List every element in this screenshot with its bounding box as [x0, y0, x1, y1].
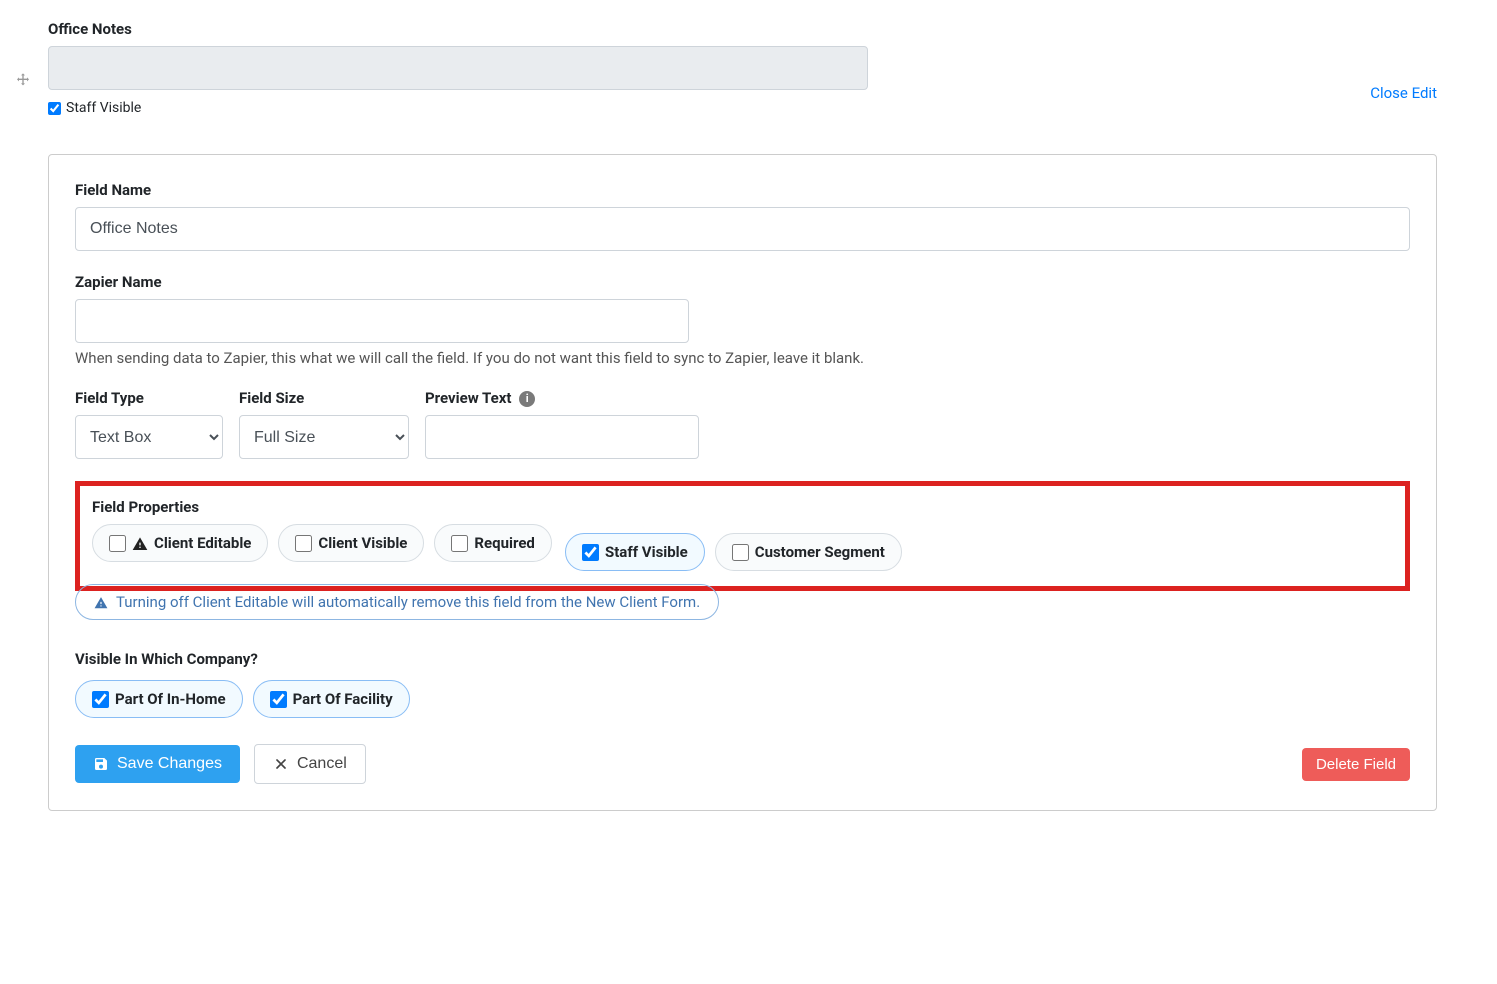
- edit-panel: Field Name Zapier Name When sending data…: [48, 154, 1437, 811]
- warning-icon: [132, 534, 148, 552]
- client-editable-notice: Turning off Client Editable will automat…: [75, 584, 719, 620]
- info-icon[interactable]: i: [519, 391, 535, 407]
- company-label: Visible In Which Company?: [75, 650, 1410, 668]
- cancel-button[interactable]: Cancel: [254, 744, 366, 784]
- client-editable-pill[interactable]: Client Editable: [92, 524, 268, 562]
- warning-icon: [94, 593, 108, 611]
- field-type-label: Field Type: [75, 389, 223, 407]
- preview-text-input[interactable]: [425, 415, 699, 459]
- customer-segment-pill[interactable]: Customer Segment: [715, 533, 902, 571]
- zapier-name-input[interactable]: [75, 299, 689, 343]
- field-size-label: Field Size: [239, 389, 409, 407]
- office-notes-disabled-input: [48, 46, 868, 90]
- top-staff-visible-label: Staff Visible: [66, 100, 141, 116]
- facility-pill[interactable]: Part Of Facility: [253, 680, 410, 718]
- zapier-name-label: Zapier Name: [75, 273, 1410, 291]
- office-notes-label: Office Notes: [48, 20, 868, 38]
- in-home-pill[interactable]: Part Of In-Home: [75, 680, 243, 718]
- move-icon: [15, 72, 31, 88]
- field-type-select[interactable]: Text Box: [75, 415, 223, 459]
- zapier-help-text: When sending data to Zapier, this what w…: [75, 349, 1410, 367]
- delete-button[interactable]: Delete Field: [1302, 748, 1410, 781]
- in-home-checkbox[interactable]: [92, 691, 109, 708]
- field-properties-label: Field Properties: [92, 498, 1393, 516]
- close-edit-link[interactable]: Close Edit: [1370, 34, 1437, 102]
- save-icon: [93, 756, 109, 772]
- drag-handle[interactable]: [10, 20, 36, 88]
- client-editable-checkbox[interactable]: [109, 535, 126, 552]
- staff-visible-pill[interactable]: Staff Visible: [565, 533, 705, 571]
- client-visible-checkbox[interactable]: [295, 535, 312, 552]
- staff-visible-checkbox[interactable]: [582, 544, 599, 561]
- field-name-input[interactable]: [75, 207, 1410, 251]
- x-icon: [273, 756, 289, 772]
- field-size-select[interactable]: Full Size: [239, 415, 409, 459]
- save-button[interactable]: Save Changes: [75, 745, 240, 783]
- client-visible-pill[interactable]: Client Visible: [278, 524, 424, 562]
- customer-segment-checkbox[interactable]: [732, 544, 749, 561]
- field-name-label: Field Name: [75, 181, 1410, 199]
- facility-checkbox[interactable]: [270, 691, 287, 708]
- required-checkbox[interactable]: [451, 535, 468, 552]
- top-staff-visible-checkbox[interactable]: [48, 102, 61, 115]
- preview-text-label: Preview Text i: [425, 389, 699, 407]
- required-pill[interactable]: Required: [434, 524, 551, 562]
